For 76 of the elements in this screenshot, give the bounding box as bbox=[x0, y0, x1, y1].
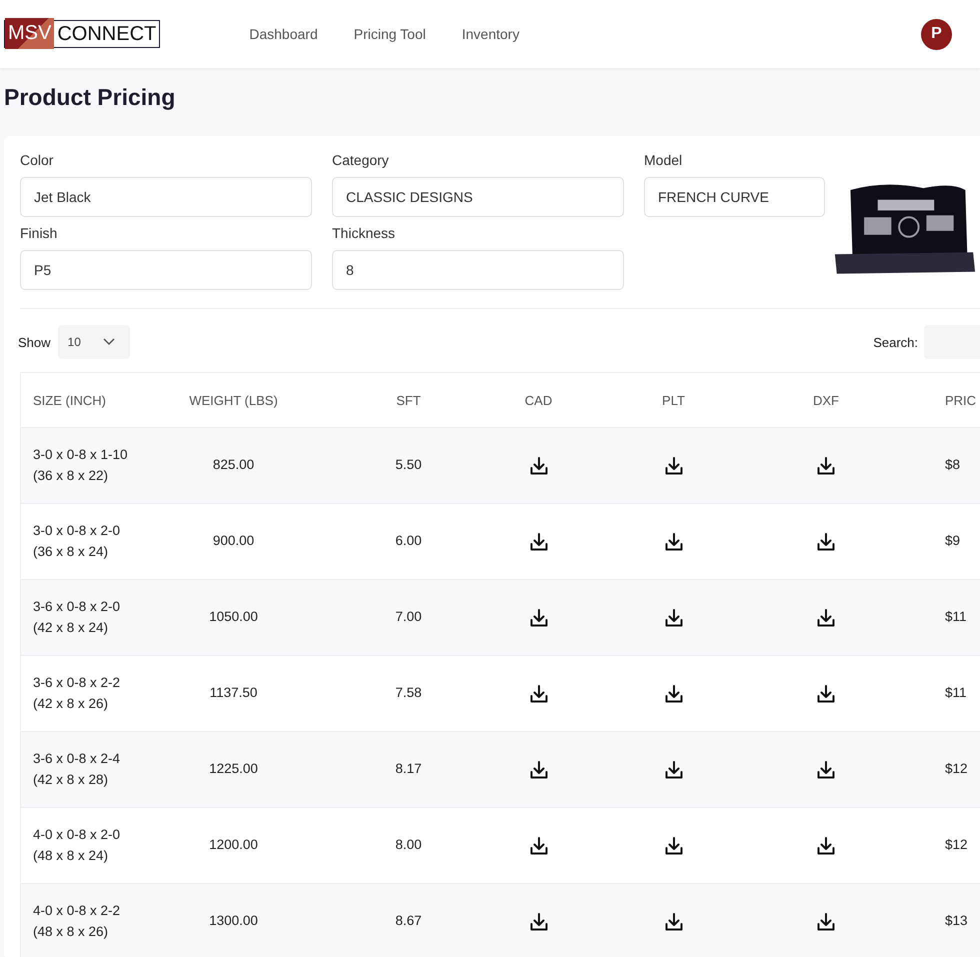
table-cell-text: $9 bbox=[944, 532, 962, 550]
table-cell-text: 4-0 x 0-8 x 2-0 (48 x 8 x 24) bbox=[32, 826, 122, 865]
page-size-dropdown[interactable]: 10 bbox=[58, 325, 130, 359]
table-cell-text: 8.17 bbox=[394, 760, 423, 778]
table-cell-text: 3-6 x 0-8 x 2-4 (42 x 8 x 28) bbox=[32, 750, 122, 789]
download-icon[interactable] bbox=[816, 684, 836, 704]
table-cell-text: $8 bbox=[944, 456, 962, 474]
table-cell-text: 3-0 x 0-8 x 1-10 (36 x 8 x 22) bbox=[32, 446, 129, 485]
table-cell-text: 1300.00 bbox=[208, 912, 259, 930]
column-header: SFT bbox=[395, 392, 422, 408]
column-header: CAD bbox=[524, 392, 554, 408]
download-icon[interactable] bbox=[664, 912, 684, 932]
table-cell-text: 3-6 x 0-8 x 2-0 (42 x 8 x 24) bbox=[32, 598, 122, 637]
table-cell-text: 1225.00 bbox=[208, 760, 259, 778]
table-cell-text: 1137.50 bbox=[208, 684, 258, 702]
table-cell-text: 6.00 bbox=[394, 532, 423, 550]
table-cell-text: 3-0 x 0-8 x 2-0 (36 x 8 x 24) bbox=[32, 522, 122, 561]
search-label: Search: bbox=[873, 334, 918, 350]
show-label: Show bbox=[18, 334, 51, 350]
logo[interactable]: MSV CONNECT bbox=[4, 20, 160, 48]
user-avatar[interactable]: P bbox=[921, 18, 952, 50]
download-icon[interactable] bbox=[528, 684, 548, 704]
download-icon[interactable] bbox=[664, 760, 684, 780]
column-header: PRIC bbox=[944, 392, 978, 408]
input-field[interactable]: P5 bbox=[20, 250, 312, 290]
field-label: Finish bbox=[20, 225, 58, 241]
column-header: PLT bbox=[661, 392, 686, 408]
table-cell-text: 1200.00 bbox=[208, 836, 259, 854]
table-cell-text: 4-0 x 0-8 x 2-2 (48 x 8 x 26) bbox=[32, 902, 122, 941]
input-field[interactable]: Jet Black bbox=[20, 177, 312, 217]
download-icon[interactable] bbox=[528, 456, 548, 476]
table-cell-text: 7.58 bbox=[394, 684, 423, 702]
table-cell-text: 900.00 bbox=[212, 532, 256, 550]
download-icon[interactable] bbox=[816, 608, 836, 628]
field-label: Color bbox=[20, 152, 54, 168]
input-field[interactable]: FRENCH CURVE bbox=[644, 177, 825, 217]
column-header: SIZE (INCH) bbox=[32, 392, 107, 408]
table-cell-text: 8.67 bbox=[394, 912, 423, 930]
table-cell-text: $11 bbox=[944, 608, 968, 626]
table-cell-text: 8.00 bbox=[394, 836, 423, 854]
download-icon[interactable] bbox=[528, 836, 548, 856]
download-icon[interactable] bbox=[816, 912, 836, 932]
table-cell-text: 3-6 x 0-8 x 2-2 (42 x 8 x 26) bbox=[32, 674, 122, 713]
download-icon[interactable] bbox=[664, 684, 684, 704]
download-icon[interactable] bbox=[528, 760, 548, 780]
field-label: Model bbox=[644, 152, 684, 168]
input-field[interactable]: CLASSIC DESIGNS bbox=[332, 177, 624, 217]
download-icon[interactable] bbox=[816, 532, 836, 552]
download-icon[interactable] bbox=[816, 456, 836, 476]
page-title: Product Pricing bbox=[4, 84, 176, 112]
table-cell-text: $13 bbox=[944, 912, 969, 930]
nav-link[interactable]: Pricing Tool bbox=[354, 26, 426, 42]
field-label: Thickness bbox=[332, 225, 396, 241]
download-icon[interactable] bbox=[664, 532, 684, 552]
download-icon[interactable] bbox=[664, 608, 684, 628]
download-icon[interactable] bbox=[528, 608, 548, 628]
download-icon[interactable] bbox=[816, 760, 836, 780]
download-icon[interactable] bbox=[816, 836, 836, 856]
table-cell-text: 5.50 bbox=[394, 456, 423, 474]
table-cell-text: 825.00 bbox=[212, 456, 256, 474]
column-header: WEIGHT (LBS) bbox=[188, 392, 279, 408]
download-icon[interactable] bbox=[664, 836, 684, 856]
nav-link[interactable]: Dashboard bbox=[249, 26, 318, 42]
table-cell-text: $11 bbox=[944, 684, 968, 702]
field-label: Category bbox=[332, 152, 390, 168]
download-icon[interactable] bbox=[528, 912, 548, 932]
table-cell-text: 1050.00 bbox=[208, 608, 259, 626]
table-cell-text: $12 bbox=[944, 836, 969, 854]
column-header: DXF bbox=[812, 392, 840, 408]
nav-link[interactable]: Inventory bbox=[462, 26, 520, 42]
chevron-down-icon bbox=[102, 338, 115, 346]
download-icon[interactable] bbox=[528, 532, 548, 552]
download-icon[interactable] bbox=[664, 456, 684, 476]
input-field[interactable]: 8 bbox=[332, 250, 624, 290]
table-cell-text: $12 bbox=[944, 760, 969, 778]
table-cell-text: 7.00 bbox=[394, 608, 423, 626]
